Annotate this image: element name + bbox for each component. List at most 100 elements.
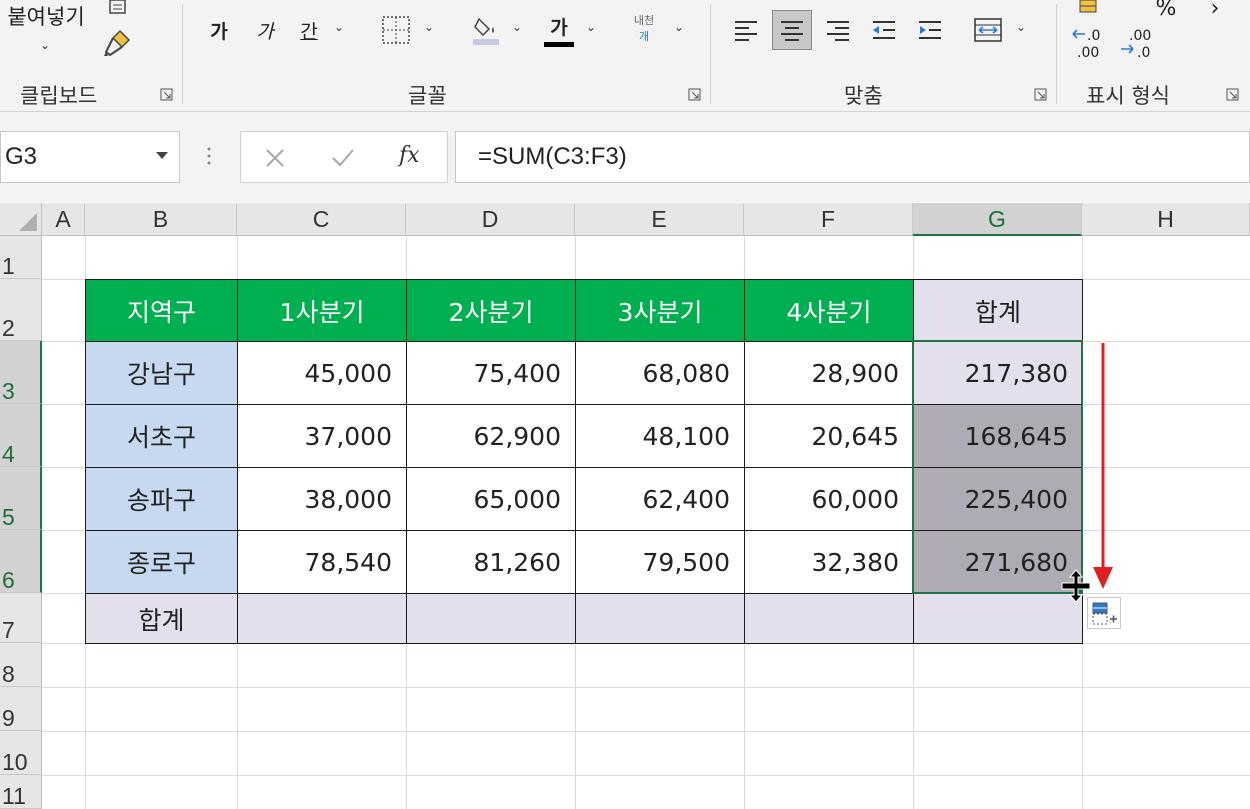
sum-cell-selected[interactable]: 168,645 xyxy=(913,404,1083,468)
copy-icon[interactable] xyxy=(104,0,134,16)
align-center-button[interactable] xyxy=(772,10,812,50)
header-cell-q1[interactable]: 1사분기 xyxy=(237,279,407,342)
region-cell[interactable]: 강남구 xyxy=(85,341,238,405)
accounting-format-icon[interactable] xyxy=(1074,0,1108,16)
phonetic-button[interactable]: 내천 개 xyxy=(622,8,666,48)
total-cell[interactable] xyxy=(913,593,1083,644)
region-cell[interactable]: 서초구 xyxy=(85,404,238,468)
column-header-d[interactable]: D xyxy=(406,203,575,236)
value-cell[interactable]: 62,900 xyxy=(406,404,576,468)
value-cell[interactable]: 81,260 xyxy=(406,530,576,594)
fill-color-button[interactable] xyxy=(468,10,504,50)
region-cell[interactable]: 송파구 xyxy=(85,467,238,531)
bold-button[interactable]: 가 xyxy=(204,14,234,46)
enter-icon[interactable] xyxy=(331,148,355,168)
total-cell[interactable] xyxy=(406,593,576,644)
align-right-button[interactable] xyxy=(820,12,856,48)
borders-button[interactable] xyxy=(378,12,414,48)
name-box[interactable]: G3 xyxy=(0,131,180,183)
increase-decimal-button[interactable]: .0.00 xyxy=(1070,24,1112,62)
region-cell[interactable]: 종로구 xyxy=(85,530,238,594)
total-cell[interactable] xyxy=(575,593,745,644)
alignment-launcher-icon[interactable] xyxy=(1034,88,1047,101)
row-number: 11 xyxy=(2,783,26,809)
total-row-label[interactable]: 합계 xyxy=(85,593,238,644)
formula-input[interactable]: =SUM(C3:F3) xyxy=(455,131,1250,183)
row-header-3[interactable]: 3 xyxy=(0,341,42,404)
row-number: 5 xyxy=(2,504,15,530)
value-cell[interactable]: 48,100 xyxy=(575,404,745,468)
font-color-button[interactable]: 가 xyxy=(540,10,578,50)
value-cell[interactable]: 65,000 xyxy=(406,467,576,531)
paste-dropdown-icon[interactable]: ⌄ xyxy=(40,38,50,52)
percent-style-button[interactable]: % xyxy=(1150,0,1182,16)
header-cell-q4[interactable]: 4사분기 xyxy=(744,279,914,342)
borders-dropdown-icon[interactable]: ⌄ xyxy=(424,20,434,34)
font-launcher-icon[interactable] xyxy=(688,88,701,101)
header-cell-region[interactable]: 지역구 xyxy=(85,279,238,342)
sum-cell-selected[interactable]: 271,680 xyxy=(913,530,1083,594)
value-cell[interactable]: 20,645 xyxy=(744,404,914,468)
column-header-b[interactable]: B xyxy=(85,203,237,236)
select-all-button[interactable] xyxy=(0,203,42,236)
value-cell[interactable]: 68,080 xyxy=(575,341,745,405)
name-box-dropdown-icon[interactable] xyxy=(155,151,169,161)
row-header-5[interactable]: 5 xyxy=(0,467,42,530)
align-left-button[interactable] xyxy=(728,12,764,48)
increase-indent-button[interactable] xyxy=(912,12,948,48)
column-header-g[interactable]: G xyxy=(913,203,1082,236)
value-cell[interactable]: 38,000 xyxy=(237,467,407,531)
header-cell-q2[interactable]: 2사분기 xyxy=(406,279,576,342)
value-cell[interactable]: 78,540 xyxy=(237,530,407,594)
merge-dropdown-icon[interactable]: ⌄ xyxy=(1016,20,1026,34)
paste-button[interactable]: 붙여넣기 xyxy=(0,2,92,30)
fill-color-dropdown-icon[interactable]: ⌄ xyxy=(512,20,522,34)
row-header-4[interactable]: 4 xyxy=(0,404,42,467)
font-color-dropdown-icon[interactable]: ⌄ xyxy=(586,20,596,34)
decrease-decimal-button[interactable]: .00.0 xyxy=(1118,24,1160,62)
column-header-e[interactable]: E xyxy=(575,203,744,236)
phonetic-dropdown-icon[interactable]: ⌄ xyxy=(674,20,684,34)
column-header-h[interactable]: H xyxy=(1082,203,1250,236)
value-cell[interactable]: 32,380 xyxy=(744,530,914,594)
row-header-10[interactable]: 10 xyxy=(0,731,42,775)
row-header-7[interactable]: 7 xyxy=(0,593,42,643)
column-header-c[interactable]: C xyxy=(237,203,406,236)
total-cell[interactable] xyxy=(237,593,407,644)
column-header-f[interactable]: F xyxy=(744,203,913,236)
row-header-2[interactable]: 2 xyxy=(0,279,42,341)
sum-cell-selected[interactable]: 225,400 xyxy=(913,467,1083,531)
value-cell[interactable]: 60,000 xyxy=(744,467,914,531)
value-cell[interactable]: 45,000 xyxy=(237,341,407,405)
row-header-11[interactable]: 11 xyxy=(0,775,42,809)
header-cell-total[interactable]: 합계 xyxy=(913,279,1083,342)
sum-cell-active[interactable]: 217,380 xyxy=(913,341,1083,405)
value-cell[interactable]: 79,500 xyxy=(575,530,745,594)
row-header-8[interactable]: 8 xyxy=(0,643,42,687)
merge-center-button[interactable] xyxy=(968,12,1008,48)
value-cell[interactable]: 75,400 xyxy=(406,341,576,405)
comma-style-icon[interactable]: › xyxy=(1200,0,1230,16)
formula-text: =SUM(C3:F3) xyxy=(478,143,627,170)
value-cell[interactable]: 62,400 xyxy=(575,467,745,531)
format-painter-icon[interactable] xyxy=(100,26,134,60)
row-number: 2 xyxy=(2,315,15,341)
value-cell[interactable]: 37,000 xyxy=(237,404,407,468)
decrease-indent-button[interactable] xyxy=(866,12,902,48)
auto-fill-options-button[interactable] xyxy=(1087,597,1121,629)
italic-button[interactable]: 가 xyxy=(250,14,280,46)
total-cell[interactable] xyxy=(744,593,914,644)
row-header-9[interactable]: 9 xyxy=(0,687,42,731)
column-header-a[interactable]: A xyxy=(42,203,85,236)
header-cell-q3[interactable]: 3사분기 xyxy=(575,279,745,342)
formula-bar-grip-icon[interactable] xyxy=(207,146,211,166)
underline-dropdown-icon[interactable]: ⌄ xyxy=(334,20,344,34)
row-header-1[interactable]: 1 xyxy=(0,236,42,279)
insert-function-button[interactable]: fx xyxy=(399,143,420,168)
value-cell[interactable]: 28,900 xyxy=(744,341,914,405)
underline-button[interactable]: 간 xyxy=(294,14,324,46)
row-header-6[interactable]: 6 xyxy=(0,530,42,593)
number-launcher-icon[interactable] xyxy=(1226,88,1239,101)
cancel-icon[interactable] xyxy=(265,148,285,168)
clipboard-launcher-icon[interactable] xyxy=(160,88,173,101)
